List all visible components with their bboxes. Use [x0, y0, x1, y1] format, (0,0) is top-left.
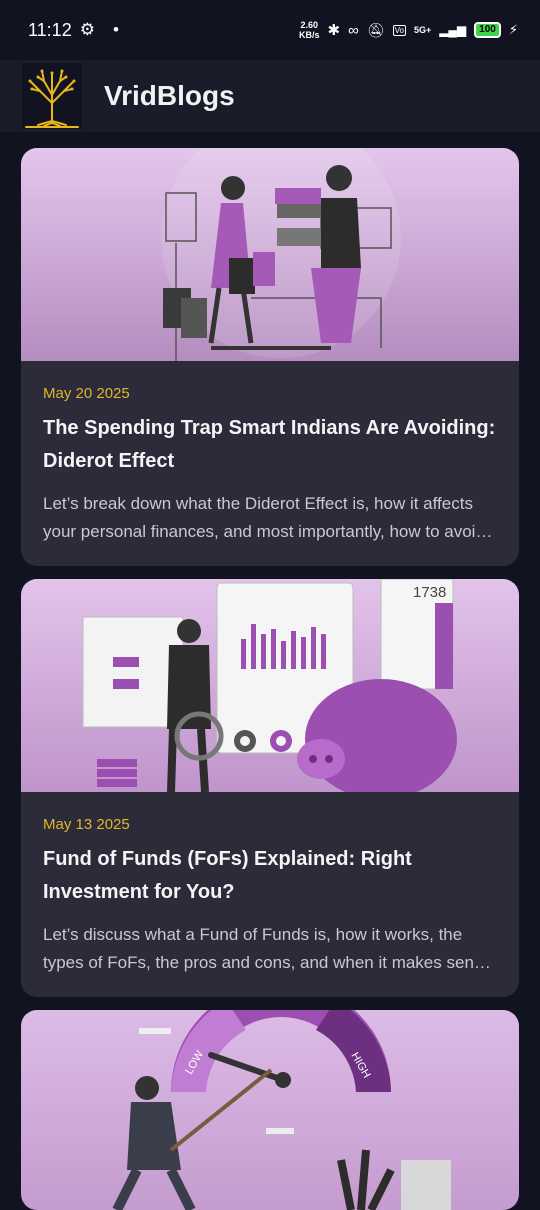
post-excerpt: Let’s break down what the Diderot Effect…: [43, 494, 485, 541]
tree-logo-icon[interactable]: [22, 63, 82, 129]
notification-dot-icon: •: [112, 20, 119, 39]
calc-display: 1738: [413, 584, 446, 601]
signal-icon: ▂▄▆: [439, 23, 467, 37]
post-title[interactable]: Fund of Funds (FoFs) Explained: Right In…: [43, 843, 497, 909]
link-icon: ∞: [348, 21, 359, 39]
post-cover-image[interactable]: LOW HIGH: [21, 1010, 519, 1210]
post-cover-image[interactable]: [21, 148, 519, 361]
post-card[interactable]: 1738 May 13 2025 Fund of Funds (FoFs) Ex…: [21, 579, 519, 997]
app-bar: VridBlogs: [0, 60, 540, 132]
status-bar: 11:12 ⚙ • 2.60 KB/s ✱ ∞ 🔕︎ Vo 5G+ ▂▄▆ 10…: [0, 0, 540, 60]
post-card[interactable]: LOW HIGH: [21, 1010, 519, 1210]
post-feed[interactable]: May 20 2025 The Spending Trap Smart Indi…: [0, 132, 540, 1210]
net-speed: 2.60 KB/s: [299, 20, 320, 40]
post-card[interactable]: May 20 2025 The Spending Trap Smart Indi…: [21, 148, 519, 566]
post-cover-image[interactable]: 1738: [21, 579, 519, 792]
network-type: 5G+: [413, 25, 432, 35]
status-time: 11:12: [28, 19, 72, 40]
mute-icon: 🔕︎: [366, 21, 385, 38]
bluetooth-icon: ✱: [327, 22, 341, 39]
post-date: May 20 2025: [43, 385, 130, 402]
charging-icon: ⚡: [508, 22, 518, 37]
volte-icon: Vo: [392, 24, 406, 36]
post-excerpt: Let’s discuss what a Fund of Funds is, h…: [43, 925, 492, 972]
battery-indicator: 100: [474, 22, 501, 38]
post-title[interactable]: The Spending Trap Smart Indians Are Avoi…: [43, 412, 497, 478]
post-date: May 13 2025: [43, 816, 130, 833]
settings-gear-icon: ⚙: [79, 20, 95, 39]
app-title: VridBlogs: [104, 80, 235, 111]
